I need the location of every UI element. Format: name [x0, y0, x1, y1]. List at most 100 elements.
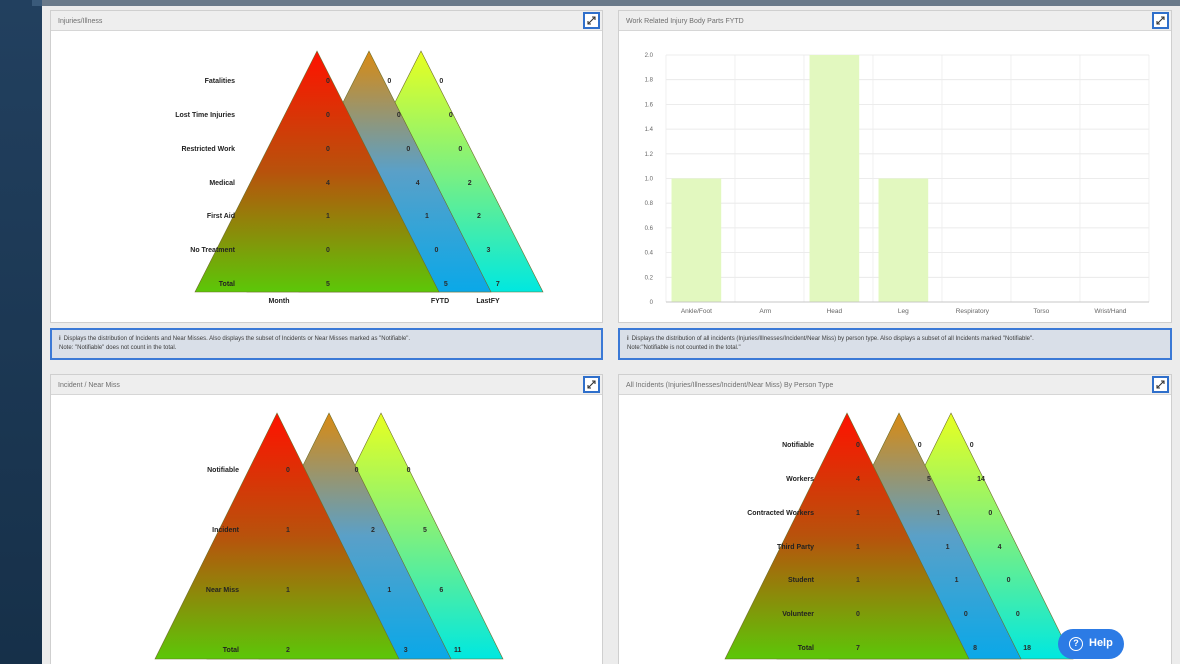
- info-person-type-line2: Note:"Notifiable is not counted in the t…: [627, 345, 741, 351]
- row-value: 3: [486, 247, 490, 254]
- person-type-panel: All Incidents (Injuries/Illnesses/Incide…: [618, 374, 1172, 664]
- y-tick-label: 1.6: [645, 102, 654, 108]
- info-incidents-line2: Note: "Notifiable" does not count in the…: [59, 345, 177, 351]
- row-label: Volunteer: [782, 611, 814, 618]
- y-tick-label: 0: [650, 300, 654, 306]
- row-label: Fatalities: [205, 78, 235, 85]
- info-person-type: i Displays the distribution of all incide…: [618, 328, 1172, 360]
- row-value: 0: [407, 467, 411, 474]
- y-tick-label: 0.6: [645, 226, 654, 232]
- row-value: 4: [998, 544, 1002, 551]
- row-value: 0: [434, 247, 438, 254]
- row-value: 0: [970, 442, 974, 449]
- x-tick-label: Head: [827, 308, 843, 315]
- row-value: 0: [964, 611, 968, 618]
- row-value: 5: [423, 527, 427, 534]
- row-value: 1: [425, 213, 429, 220]
- y-tick-label: 0.2: [645, 275, 654, 281]
- column-label: LastFY: [476, 298, 500, 305]
- x-tick-label: Ankle/Foot: [681, 308, 712, 315]
- row-label: Restricted Work: [181, 146, 235, 153]
- info-incidents: i Displays the distribution of Incidents …: [50, 328, 603, 360]
- row-value: 0: [326, 78, 330, 85]
- row-value: 1: [856, 544, 860, 551]
- y-tick-label: 2.0: [645, 53, 654, 59]
- row-value: 1: [326, 213, 330, 220]
- row-value: 0: [856, 611, 860, 618]
- help-icon: ?: [1069, 637, 1083, 651]
- row-label: Student: [788, 577, 815, 584]
- row-value: 0: [439, 78, 443, 85]
- info-icon: i: [627, 336, 629, 342]
- row-label: Total: [798, 645, 814, 652]
- row-value: 0: [1007, 577, 1011, 584]
- info-incidents-line1: Displays the distribution of Incidents a…: [63, 336, 411, 342]
- row-value: 5: [444, 281, 448, 288]
- info-icon: i: [59, 336, 61, 342]
- row-value: 1: [946, 544, 950, 551]
- column-label: FYTD: [431, 298, 449, 305]
- row-value: 1: [856, 577, 860, 584]
- row-label: Contracted Workers: [747, 510, 814, 517]
- y-tick-label: 1.4: [645, 127, 654, 133]
- row-label: Total: [219, 281, 235, 288]
- row-label: Workers: [786, 476, 814, 483]
- row-label: First Aid: [207, 213, 235, 220]
- row-value: 0: [397, 112, 401, 119]
- row-value: 0: [1016, 611, 1020, 618]
- help-label: Help: [1089, 637, 1113, 649]
- row-value: 5: [326, 281, 330, 288]
- row-value: 0: [406, 146, 410, 153]
- row-value: 1: [955, 577, 959, 584]
- row-label: Total: [223, 647, 239, 654]
- row-value: 1: [387, 587, 391, 594]
- row-label: Medical: [209, 180, 235, 187]
- row-value: 2: [371, 527, 375, 534]
- row-value: 0: [326, 146, 330, 153]
- y-tick-label: 1.2: [645, 152, 654, 158]
- row-value: 14: [977, 476, 985, 483]
- row-label: Third Party: [777, 544, 814, 551]
- sidebar-handle: [32, 0, 42, 6]
- y-tick-label: 0.8: [645, 201, 654, 207]
- incident-triangle-chart: Notifiable 0 0 0Incident 1 2 5Near Miss 1 1 6Tota…: [154, 412, 504, 660]
- injuries-illness-panel: Injuries/Illness Fatalities 0 0 0 Lost Time …: [50, 10, 603, 323]
- left-sidebar: [0, 0, 42, 664]
- x-tick-label: Respiratory: [956, 308, 990, 315]
- x-tick-label: Leg: [898, 308, 909, 315]
- row-value: 0: [449, 112, 453, 119]
- row-value: 7: [496, 281, 500, 288]
- body-parts-bar-chart: 0 0.2 0.4 0.6 0.8 1.0 1.2 1.4 1.6 1.8 2.0 Ankle/Foo…: [645, 53, 1150, 315]
- dashboard-content: Injuries/Illness Fatalities 0 0 0 Lost Time …: [42, 0, 1180, 664]
- row-value: 1: [286, 587, 290, 594]
- row-label: Near Miss: [206, 587, 239, 594]
- row-value: 2: [286, 647, 290, 654]
- row-value: 1: [936, 510, 940, 517]
- row-value: 0: [856, 442, 860, 449]
- bar-head: [809, 55, 860, 302]
- injuries-triangle-chart: Fatalities 0 0 0 Lost Time Injuries 0 0 0 Restri…: [175, 50, 544, 305]
- row-value: 3: [404, 647, 408, 654]
- x-tick-label: Arm: [759, 308, 771, 315]
- row-value: 11: [454, 647, 462, 654]
- row-value: 4: [326, 180, 330, 187]
- row-value: 4: [856, 476, 860, 483]
- row-value: 6: [439, 587, 443, 594]
- row-value: 0: [387, 78, 391, 85]
- incident-near-miss-panel: Incident / Near Miss Notifiable 0 0 0 Incide…: [50, 374, 603, 664]
- row-label: Notifiable: [782, 442, 814, 449]
- row-value: 0: [326, 112, 330, 119]
- row-value: 1: [856, 510, 860, 517]
- row-value: 0: [355, 467, 359, 474]
- help-button[interactable]: ? Help: [1058, 629, 1124, 659]
- row-value: 0: [458, 146, 462, 153]
- x-tick-label: Torso: [1033, 308, 1049, 315]
- row-label: Notifiable: [207, 467, 239, 474]
- row-value: 2: [477, 213, 481, 220]
- row-value: 0: [918, 442, 922, 449]
- person-type-triangle-chart: Notifiable 0 0 0Workers 4 5 14Contracted Worke…: [724, 412, 1074, 660]
- row-label: Lost Time Injuries: [175, 112, 235, 119]
- row-value: 18: [1023, 645, 1031, 652]
- x-tick-label: Wrist/Hand: [1094, 308, 1126, 315]
- y-tick-label: 0.4: [645, 251, 654, 257]
